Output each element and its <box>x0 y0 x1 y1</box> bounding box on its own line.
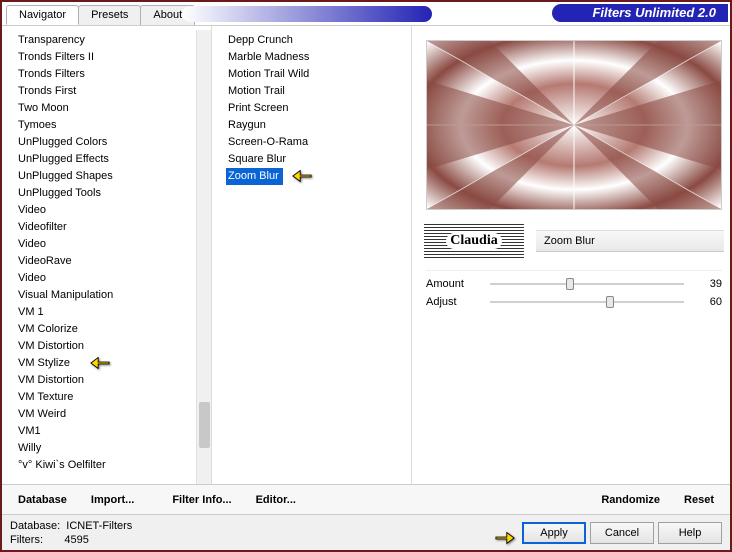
author-logo-text: Claudia <box>446 233 501 249</box>
tab-strip: Navigator Presets About <box>6 5 194 25</box>
author-logo: Claudia <box>424 224 524 258</box>
filter-item[interactable]: Motion Trail <box>226 83 407 100</box>
left-scroll-thumb[interactable] <box>199 402 210 447</box>
category-item[interactable]: VM Texture <box>16 389 207 406</box>
slider-label: Amount <box>426 278 476 290</box>
status-bar: Database: ICNET-Filters Filters: 4595 Ap… <box>2 514 730 550</box>
slider-thumb[interactable] <box>606 296 614 308</box>
category-item[interactable]: UnPlugged Tools <box>16 185 207 202</box>
sliders-panel: Amount 39 Adjust 60 <box>426 270 722 311</box>
help-button[interactable]: Help <box>658 522 722 544</box>
category-pane: TransparencyTronds Filters IITronds Filt… <box>2 26 212 484</box>
preview-image <box>426 40 722 210</box>
title-gradient <box>182 6 432 22</box>
filter-item[interactable]: Motion Trail Wild <box>226 66 407 83</box>
status-info: Database: ICNET-Filters Filters: 4595 <box>10 519 132 547</box>
category-item[interactable]: UnPlugged Shapes <box>16 168 207 185</box>
filter-item[interactable]: Raygun <box>226 117 407 134</box>
filter-item[interactable]: Square Blur <box>226 151 407 168</box>
category-item[interactable]: VideoRave <box>16 253 207 270</box>
import-button[interactable]: Import... <box>81 490 144 510</box>
category-item[interactable]: °v° Kiwi`s Oelfilter <box>16 457 207 474</box>
slider-value: 60 <box>698 296 722 308</box>
category-item[interactable]: Tronds First <box>16 83 207 100</box>
category-item[interactable]: Videofilter <box>16 219 207 236</box>
pointer-hand-icon <box>89 353 111 373</box>
filter-list[interactable]: Depp CrunchMarble MadnessMotion Trail Wi… <box>212 30 411 187</box>
slider-label: Adjust <box>426 296 476 308</box>
slider-value: 39 <box>698 278 722 290</box>
db-name: ICNET-Filters <box>66 520 132 532</box>
filter-name: Zoom Blur <box>536 230 724 252</box>
zoom-blur-preview <box>427 41 721 209</box>
slider-track[interactable] <box>490 283 684 285</box>
filter-item[interactable]: Print Screen <box>226 100 407 117</box>
app-window: Navigator Presets About Filters Unlimite… <box>0 0 732 552</box>
category-item[interactable]: VM 1 <box>16 304 207 321</box>
filter-info-button[interactable]: Filter Info... <box>162 490 241 510</box>
main-area: TransparencyTronds Filters IITronds Filt… <box>2 26 730 484</box>
filter-item[interactable]: Marble Madness <box>226 49 407 66</box>
category-item[interactable]: Tronds Filters <box>16 66 207 83</box>
left-scrollbar[interactable] <box>196 30 211 484</box>
toolbar: Database Import... Filter Info... Editor… <box>2 484 730 514</box>
category-item[interactable]: Visual Manipulation <box>16 287 207 304</box>
pointer-hand-icon <box>291 166 313 186</box>
slider-thumb[interactable] <box>566 278 574 290</box>
tab-presets[interactable]: Presets <box>78 5 141 25</box>
category-item[interactable]: VM Distortion <box>16 338 207 355</box>
category-item[interactable]: Video <box>16 236 207 253</box>
tab-navigator[interactable]: Navigator <box>6 5 79 25</box>
category-item[interactable]: Video <box>16 202 207 219</box>
slider-row: Adjust 60 <box>426 293 722 311</box>
category-item[interactable]: VM Weird <box>16 406 207 423</box>
category-list[interactable]: TransparencyTronds Filters IITronds Filt… <box>2 30 211 484</box>
category-item[interactable]: VM Colorize <box>16 321 207 338</box>
category-item[interactable]: Willy <box>16 440 207 457</box>
filter-header: Claudia Zoom Blur <box>424 224 724 258</box>
slider-track[interactable] <box>490 301 684 303</box>
filter-pane: Depp CrunchMarble MadnessMotion Trail Wi… <box>212 26 412 484</box>
category-item[interactable]: Two Moon <box>16 100 207 117</box>
category-item[interactable]: UnPlugged Effects <box>16 151 207 168</box>
preview-pane: Claudia Zoom Blur Amount 39 Adjust 60 <box>412 26 730 484</box>
filter-item[interactable]: Zoom Blur <box>226 168 283 185</box>
button-row: Apply Cancel Help <box>522 522 722 544</box>
editor-button[interactable]: Editor... <box>246 490 306 510</box>
category-item[interactable]: UnPlugged Colors <box>16 134 207 151</box>
app-title: Filters Unlimited 2.0 <box>552 4 728 22</box>
filter-item[interactable]: Depp Crunch <box>226 32 407 49</box>
slider-row: Amount 39 <box>426 275 722 293</box>
category-item[interactable]: Transparency <box>16 32 207 49</box>
category-item[interactable]: Tronds Filters II <box>16 49 207 66</box>
database-button[interactable]: Database <box>8 490 77 510</box>
pointer-hand-icon <box>494 528 516 548</box>
cancel-button[interactable]: Cancel <box>590 522 654 544</box>
category-item[interactable]: VM Stylize <box>16 355 207 372</box>
randomize-button[interactable]: Randomize <box>591 490 670 510</box>
filters-label: Filters: <box>10 534 43 546</box>
category-item[interactable]: VM Distortion <box>16 372 207 389</box>
category-item[interactable]: Tymoes <box>16 117 207 134</box>
apply-button[interactable]: Apply <box>522 522 586 544</box>
reset-button[interactable]: Reset <box>674 490 724 510</box>
category-item[interactable]: VM1 <box>16 423 207 440</box>
category-item[interactable]: Video <box>16 270 207 287</box>
filters-count: 4595 <box>64 534 88 546</box>
filter-item[interactable]: Screen-O-Rama <box>226 134 407 151</box>
db-label: Database: <box>10 520 60 532</box>
title-bar: Navigator Presets About Filters Unlimite… <box>2 2 730 26</box>
